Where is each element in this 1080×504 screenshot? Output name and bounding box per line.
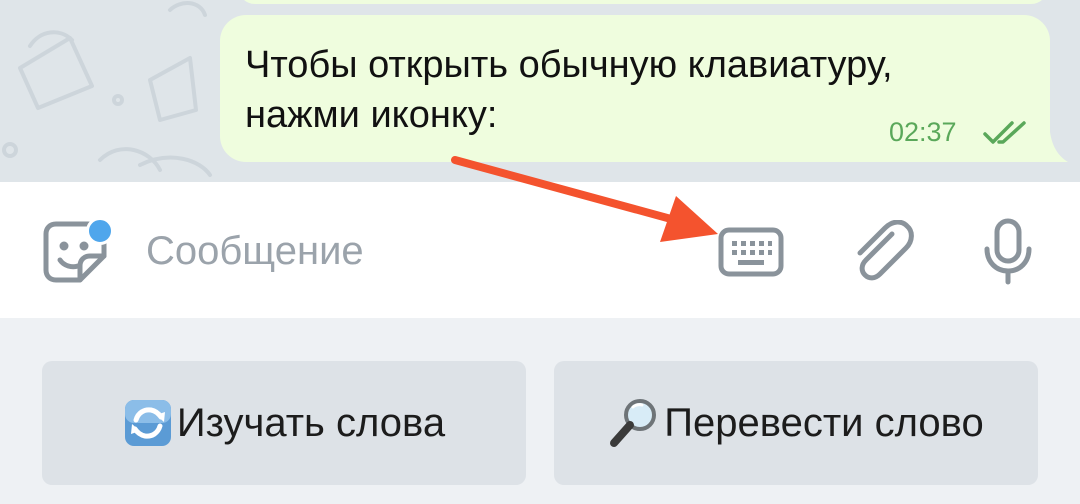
translate-word-button[interactable]: Перевести слово — [554, 361, 1038, 485]
translate-word-label: Перевести слово — [664, 400, 984, 445]
chat-history[interactable]: Чтобы открыть обычную клавиатуру, нажми … — [0, 0, 1080, 182]
previous-message-bubble — [238, 0, 1048, 4]
learn-words-button[interactable]: Изучать слова — [42, 361, 526, 485]
message-line-1: Чтобы открыть обычную клавиатуру, — [245, 44, 893, 86]
sticker-notification-badge — [86, 217, 114, 245]
message-time: 02:37 — [889, 117, 957, 147]
learn-words-label: Изучать слова — [176, 400, 446, 445]
paperclip-icon[interactable] — [852, 220, 914, 284]
keyboard-icon[interactable] — [718, 227, 784, 277]
bubble-tail — [1040, 132, 1068, 162]
chat-screen: Чтобы открыть обычную клавиатуру, нажми … — [0, 0, 1080, 504]
refresh-emoji-icon — [124, 400, 171, 446]
magnifier-emoji-icon — [610, 399, 657, 447]
double-check-icon — [983, 121, 1026, 144]
microphone-icon[interactable] — [982, 218, 1034, 286]
message-input[interactable]: Сообщение — [146, 229, 364, 274]
